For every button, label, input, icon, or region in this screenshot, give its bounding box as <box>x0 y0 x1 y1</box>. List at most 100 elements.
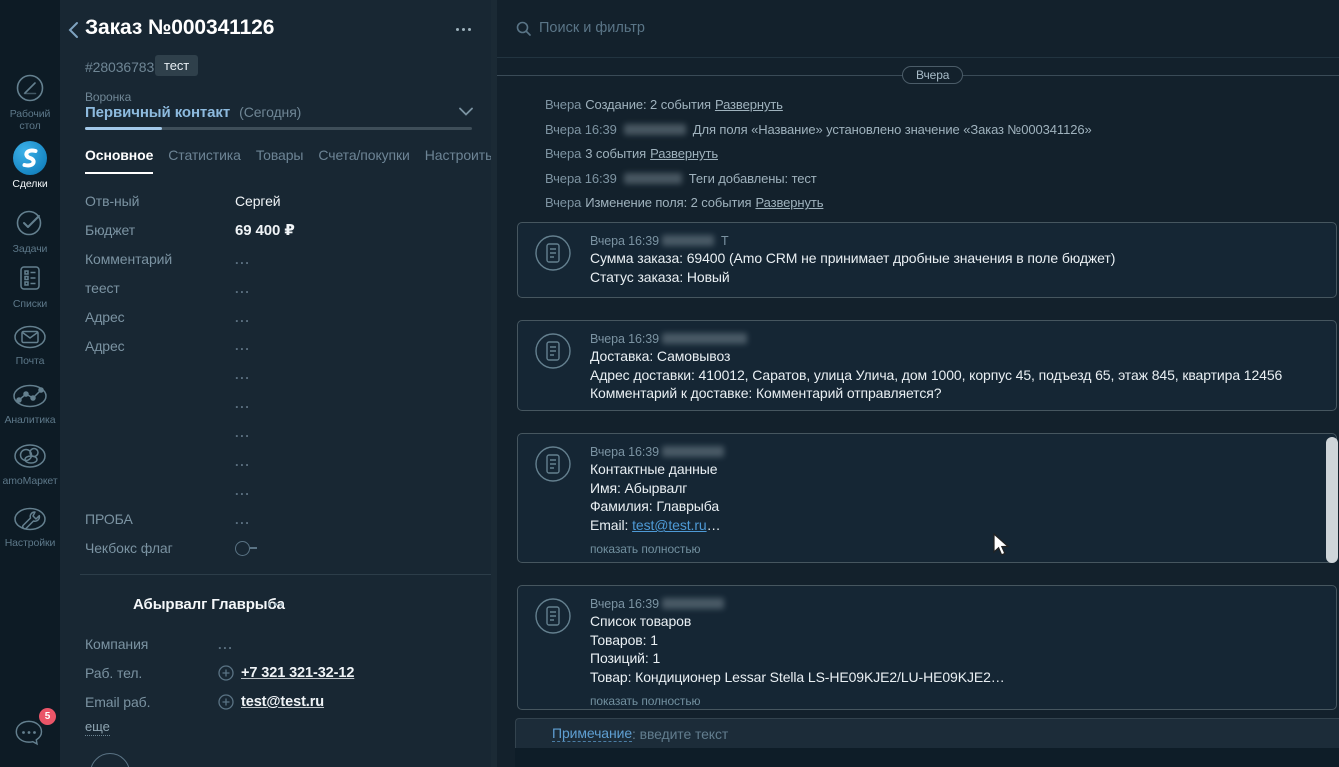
contact-more-link[interactable]: еще <box>85 719 110 736</box>
field-value[interactable]: 69 400 ₽ <box>235 221 295 239</box>
field-row-checkbox-flag: Чекбокс флаг <box>85 534 479 563</box>
field-value[interactable]: ... <box>235 454 250 469</box>
plus-circle-icon[interactable] <box>218 665 234 681</box>
deal-id: #28036783 <box>85 59 154 75</box>
back-icon[interactable] <box>68 21 79 39</box>
field-row: ... <box>85 389 479 418</box>
note-document-icon <box>534 445 572 483</box>
note-document-icon <box>534 597 572 635</box>
event-list: ВчераСоздание: 2 событияРазвернуть Вчера… <box>545 93 1092 216</box>
dashboard-icon <box>0 71 60 105</box>
field-row-proba: ПРОБА ... <box>85 505 479 534</box>
sidebar-item-label: Задачи <box>0 243 60 255</box>
sidebar-item-settings[interactable]: Настройки <box>0 504 60 549</box>
lists-icon <box>0 261 60 295</box>
stage-hint: (Сегодня) <box>239 104 301 120</box>
contact-phone-link[interactable]: +7 321 321-32-12 <box>241 665 354 681</box>
expand-link[interactable]: Развернуть <box>650 146 718 161</box>
add-button-partial[interactable] <box>90 753 130 767</box>
field-value[interactable]: ... <box>235 281 250 296</box>
pipeline-progress-fill <box>85 127 162 130</box>
note-input-placeholder: : введите текст <box>632 726 728 742</box>
contact-name[interactable]: Абырвалг Главрыба <box>133 596 285 613</box>
field-row: Адрес ... <box>85 331 479 360</box>
sidebar-item-label: Рабочий стол <box>0 108 60 132</box>
deal-tag[interactable]: тест <box>155 55 198 76</box>
sidebar-item-deals[interactable]: Сделки <box>0 141 60 190</box>
expand-link[interactable]: Развернуть <box>715 97 783 112</box>
note-card-products: Вчера 16:39 Список товаров Товаров: 1 По… <box>517 585 1337 710</box>
note-card-order-sum: Вчера 16:39Т Сумма заказа: 69400 (Amo CR… <box>517 222 1337 298</box>
field-value[interactable]: ... <box>235 483 250 498</box>
event-row: ВчераСоздание: 2 событияРазвернуть <box>545 93 1092 118</box>
sidebar-item-tasks[interactable]: Задачи <box>0 206 60 255</box>
contact-avatar[interactable] <box>87 586 124 623</box>
more-options-icon[interactable] <box>456 28 471 31</box>
redacted-author <box>624 124 686 135</box>
expand-link[interactable]: Развернуть <box>755 195 823 210</box>
tab-main[interactable]: Основное <box>85 147 153 174</box>
search-input[interactable] <box>539 14 1239 42</box>
redacted-author <box>662 333 747 344</box>
tab-statistics[interactable]: Статистика <box>168 147 241 174</box>
contact-email-link[interactable]: test@test.ru <box>241 694 324 710</box>
sidebar-item-mail[interactable]: Почта <box>0 322 60 367</box>
sidebar-item-lists[interactable]: Списки <box>0 261 60 310</box>
redacted-author <box>662 446 724 457</box>
search-bar[interactable] <box>497 0 1339 58</box>
field-value[interactable]: ... <box>235 252 250 267</box>
event-row: Вчера 16:39Теги добавлены: тест <box>545 167 1092 192</box>
feed-scrollbar-thumb[interactable] <box>1326 437 1338 563</box>
user-avatar[interactable] <box>0 0 60 63</box>
field-value[interactable]: Сергей <box>235 193 281 209</box>
funnel-label: Воронка <box>85 90 131 104</box>
contact-row-phone: Раб. тел. +7 321 321-32-12 <box>85 662 354 684</box>
plus-circle-icon[interactable] <box>218 694 234 710</box>
sidebar-item-dashboard[interactable]: Рабочий стол <box>0 71 60 132</box>
tab-configure[interactable]: Настроить <box>425 147 493 174</box>
support-chat-button[interactable]: 5 <box>10 716 50 756</box>
stage-name: Первичный контакт <box>85 104 230 121</box>
field-value[interactable]: ... <box>235 367 250 382</box>
search-icon <box>516 21 532 37</box>
field-value[interactable]: ... <box>235 512 250 527</box>
field-row: теест ... <box>85 274 479 303</box>
event-row: Вчера3 событияРазвернуть <box>545 142 1092 167</box>
field-row-budget: Бюджет 69 400 ₽ <box>85 216 479 245</box>
tab-products[interactable]: Товары <box>256 147 304 174</box>
stage-selector[interactable]: Первичный контакт (Сегодня) <box>85 104 301 121</box>
contact-more-options-icon[interactable] <box>268 603 283 606</box>
field-row: ... <box>85 447 479 476</box>
sidebar-item-label: amoМаркет <box>0 475 60 487</box>
field-value[interactable]: ... <box>235 425 250 440</box>
chevron-down-icon[interactable] <box>459 107 473 116</box>
note-input[interactable]: Примечание : введите текст <box>515 718 1339 748</box>
note-document-icon <box>534 234 572 272</box>
email-link[interactable]: test@test.ru <box>632 517 706 533</box>
contact-company-value[interactable]: ... <box>218 637 233 652</box>
deal-panel: Заказ №000341126 #28036783 тест Воронка … <box>60 0 497 767</box>
tab-invoices[interactable]: Счета/покупки <box>318 147 409 174</box>
sidebar-item-label: Списки <box>0 298 60 310</box>
field-row: Комментарий ... <box>85 245 479 274</box>
field-value[interactable]: ... <box>235 338 250 353</box>
contact-row-company: Компания ... <box>85 633 233 655</box>
pipeline-progress-bar[interactable] <box>85 127 472 130</box>
email-line: Email: test@test.ru… <box>590 516 1318 534</box>
sidebar-item-label: Почта <box>0 355 60 367</box>
sidebar-item-market[interactable]: amoМаркет <box>0 440 60 487</box>
show-full-link[interactable]: показать полностью <box>590 542 700 556</box>
note-type-selector[interactable]: Примечание <box>552 726 632 742</box>
checkbox-flag-toggle[interactable] <box>235 541 257 556</box>
analytics-icon <box>0 381 60 411</box>
note-card-contact-data: Вчера 16:39 Контактные данные Имя: Абырв… <box>517 433 1337 563</box>
app-sidebar: Рабочий стол Сделки Задачи <box>0 0 60 767</box>
field-value[interactable]: ... <box>235 310 250 325</box>
deal-tabs: Основное Статистика Товары Счета/покупки… <box>85 147 492 174</box>
redacted-author <box>662 235 714 246</box>
field-value[interactable]: ... <box>235 396 250 411</box>
sidebar-item-analytics[interactable]: Аналитика <box>0 381 60 426</box>
show-full-link[interactable]: показать полностью <box>590 694 700 708</box>
field-row: ... <box>85 360 479 389</box>
deals-icon <box>0 141 60 175</box>
